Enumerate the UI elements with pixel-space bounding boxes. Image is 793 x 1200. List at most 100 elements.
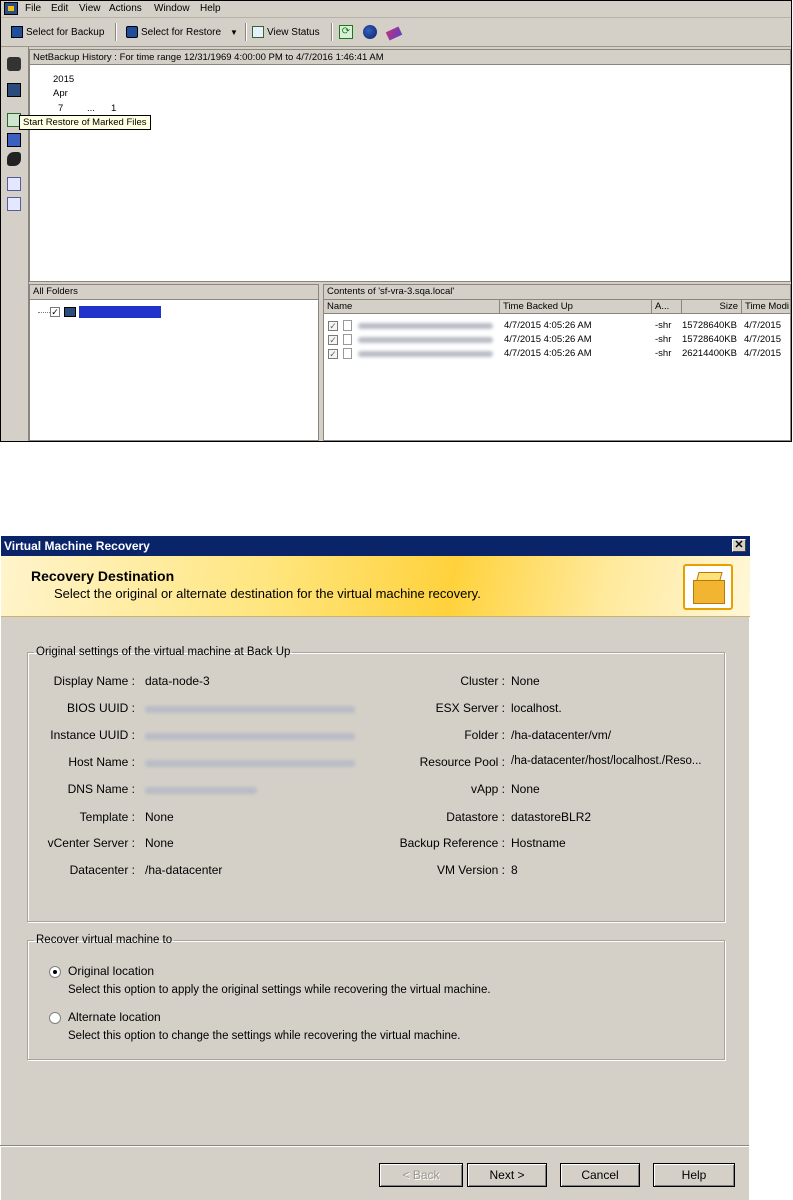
banner-title: Recovery Destination (31, 568, 175, 584)
cell-attr: -shr (655, 334, 672, 345)
menu-help[interactable]: Help (200, 3, 221, 14)
history-ellipsis: ... (87, 103, 95, 114)
menu-window[interactable]: Window (154, 3, 190, 14)
select-for-restore-button[interactable]: Select for Restore ▼ (126, 23, 238, 41)
instance-uuid-label: Instance UUID : (50, 728, 135, 742)
history-day[interactable]: 7 (58, 103, 63, 114)
close-button[interactable]: ✕ (732, 539, 746, 552)
backup-icon[interactable] (7, 83, 21, 97)
resource-pool-value: /ha-datacenter/host/localhost./Reso... (511, 755, 702, 767)
datacenter-value: /ha-datacenter (145, 863, 223, 877)
column-attributes[interactable]: A... (652, 300, 682, 314)
wizard-icon[interactable] (7, 177, 21, 191)
resource-pool-label: Resource Pool : (419, 755, 505, 769)
left-toolbar (1, 47, 29, 441)
table-row[interactable]: ✓ 4/7/2015 4:05:26 AM -shr 15728640KB 4/… (324, 333, 790, 347)
menu-bar: File Edit View Actions Window Help (1, 1, 791, 18)
row-checkbox[interactable]: ✓ (328, 321, 338, 331)
footer-separator (0, 1145, 749, 1147)
row-checkbox[interactable]: ✓ (328, 349, 338, 359)
backup-reference-label: Backup Reference : (399, 836, 505, 850)
vcenter-server-value: None (145, 836, 174, 850)
select-for-restore-label: Select for Restore (141, 26, 222, 38)
column-name[interactable]: Name (324, 300, 500, 314)
help-button[interactable]: Help (653, 1163, 735, 1187)
history-pane: NetBackup History : For time range 12/31… (29, 49, 791, 282)
file-icon (343, 348, 352, 359)
refresh-icon: ⟳ (339, 25, 353, 39)
eraser-button[interactable] (385, 23, 403, 41)
list-icon[interactable] (7, 133, 21, 147)
next-button[interactable]: Next > (467, 1163, 547, 1187)
row-checkbox[interactable]: ✓ (328, 335, 338, 345)
computer-icon (64, 307, 76, 317)
contents-header: Contents of 'sf-vra-3.sqa.local' (324, 285, 790, 300)
wizard-icon[interactable] (7, 197, 21, 211)
datacenter-label: Datacenter : (69, 863, 135, 877)
view-status-button[interactable]: View Status (252, 23, 320, 41)
original-location-label[interactable]: Original location (68, 964, 154, 978)
original-location-radio[interactable] (49, 966, 61, 978)
vm-version-value: 8 (511, 863, 518, 877)
users-button[interactable] (363, 23, 377, 41)
selected-folder-item[interactable] (79, 306, 161, 318)
esx-server-value: localhost. (511, 701, 562, 715)
original-settings-legend: Original settings of the virtual machine… (36, 646, 291, 658)
users-icon (363, 25, 377, 39)
tree-line (38, 312, 50, 313)
tape-icon[interactable] (7, 152, 21, 166)
table-row[interactable]: ✓ 4/7/2015 4:05:26 AM -shr 15728640KB 4/… (324, 319, 790, 333)
folder-checkbox[interactable]: ✓ (50, 307, 60, 317)
vm-version-label: VM Version : (436, 863, 505, 877)
netbackup-window: File Edit View Actions Window Help Selec… (0, 0, 792, 442)
template-value: None (145, 810, 174, 824)
toolbar-separator (115, 23, 117, 41)
column-size[interactable]: Size (682, 300, 742, 314)
folder-value: /ha-datacenter/vm/ (511, 728, 612, 742)
app-icon (4, 2, 18, 15)
view-status-icon (252, 26, 264, 38)
cancel-button[interactable]: Cancel (560, 1163, 640, 1187)
menu-file[interactable]: File (25, 3, 41, 14)
backup-icon (11, 26, 23, 38)
folder-label: Folder : (464, 728, 505, 742)
esx-server-label: ESX Server : (435, 701, 505, 715)
cell-modified: 4/7/2015 (744, 334, 781, 345)
wizard-banner: Recovery Destination Select the original… (1, 556, 750, 617)
dialog-title-bar: Virtual Machine Recovery ✕ (1, 536, 750, 556)
cell-time: 4/7/2015 4:05:26 AM (504, 348, 592, 359)
package-icon (683, 564, 733, 610)
view-status-label: View Status (267, 26, 320, 38)
select-for-backup-label: Select for Backup (26, 26, 105, 38)
cell-time: 4/7/2015 4:05:26 AM (504, 334, 592, 345)
history-count: 1 (111, 103, 117, 114)
cell-size: 15728640KB (682, 320, 737, 331)
column-time-modified[interactable]: Time Modi (742, 300, 790, 314)
refresh-button[interactable]: ⟳ (339, 23, 353, 41)
chevron-down-icon[interactable]: ▼ (230, 28, 238, 37)
toolbar-separator (331, 23, 333, 41)
cell-size: 15728640KB (682, 334, 737, 345)
cell-attr: -shr (655, 320, 672, 331)
history-month[interactable]: Apr (53, 88, 68, 99)
menu-edit[interactable]: Edit (51, 3, 68, 14)
eraser-icon (385, 25, 403, 41)
banner-subtitle: Select the original or alternate destina… (54, 586, 481, 601)
vapp-value: None (511, 782, 540, 796)
template-label: Template : (79, 810, 135, 824)
menu-view[interactable]: View (79, 3, 101, 14)
column-time-backed-up[interactable]: Time Backed Up (500, 300, 652, 314)
back-button[interactable]: < Back (379, 1163, 463, 1187)
recover-to-legend: Recover virtual machine to (36, 934, 173, 946)
alternate-location-label[interactable]: Alternate location (68, 1010, 161, 1024)
file-icon (343, 320, 352, 331)
binoculars-icon[interactable] (7, 57, 21, 71)
redacted-filename (358, 323, 493, 329)
table-row[interactable]: ✓ 4/7/2015 4:05:26 AM -shr 26214400KB 4/… (324, 347, 790, 361)
dns-name-label: DNS Name : (67, 782, 135, 796)
alternate-location-radio[interactable] (49, 1012, 61, 1024)
history-year[interactable]: 2015 (53, 74, 74, 85)
redacted-filename (358, 337, 493, 343)
menu-actions[interactable]: Actions (109, 3, 142, 14)
select-for-backup-button[interactable]: Select for Backup (11, 23, 104, 41)
